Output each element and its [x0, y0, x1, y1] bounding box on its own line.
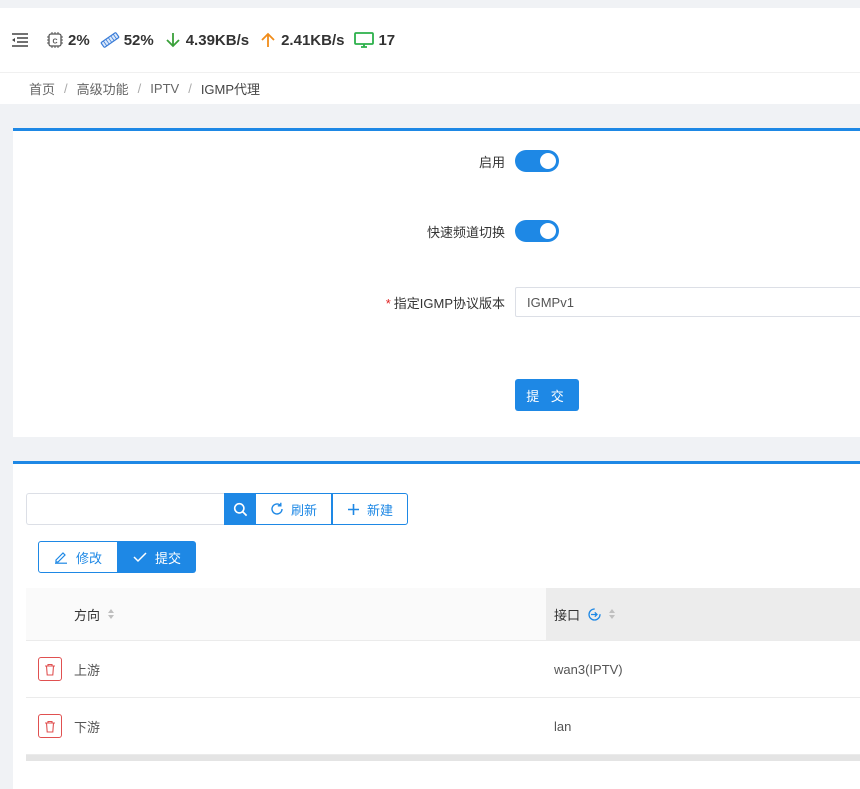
required-mark: *	[385, 295, 391, 311]
plus-icon	[348, 503, 360, 515]
fast-switch-label: 快速频道切换	[426, 224, 505, 240]
svg-text:C: C	[52, 39, 57, 46]
search-icon	[233, 502, 247, 516]
menu-collapse-icon[interactable]	[10, 30, 30, 50]
cpu-icon: C	[47, 32, 63, 48]
arrow-up-icon	[261, 32, 275, 47]
row-direction: 上游	[74, 662, 101, 678]
check-icon	[133, 552, 147, 563]
breadcrumb-home[interactable]: 首页	[29, 79, 55, 98]
interface-table: 方向 接口 上游 wan3(IPTV) 下游 lan	[26, 588, 860, 761]
table-header: 方向 接口	[26, 588, 860, 641]
arrow-down-icon	[166, 33, 180, 48]
row-direction: 下游	[74, 719, 101, 735]
igmp-settings-card: 启用 快速频道切换 * 指定IGMP协议版本 IGMPv1 提 交	[13, 128, 860, 437]
submit-button[interactable]: 提 交	[515, 379, 579, 411]
delete-row-button[interactable]	[38, 657, 62, 681]
enable-row: 启用	[355, 150, 559, 172]
trash-icon	[45, 663, 55, 676]
pencil-icon	[55, 552, 67, 564]
memory-value: 52%	[123, 31, 154, 49]
sort-icon[interactable]	[107, 608, 115, 620]
download-value: 4.39KB/s	[185, 31, 250, 49]
trash-icon	[45, 720, 55, 733]
table-row: 下游 lan	[26, 698, 860, 755]
version-label: * 指定IGMP协议版本	[355, 293, 505, 312]
cpu-value: 2%	[68, 31, 90, 49]
monitor-icon	[354, 32, 375, 48]
interface-reset-icon[interactable]	[587, 607, 602, 622]
fast-switch-row: 快速频道切换	[355, 220, 559, 242]
new-button[interactable]: 新建	[332, 493, 409, 525]
breadcrumb-separator: /	[188, 81, 192, 96]
breadcrumb-separator: /	[137, 81, 142, 96]
sort-icon[interactable]	[608, 608, 616, 620]
new-label: 新建	[367, 502, 394, 518]
breadcrumb-advanced[interactable]: 高级功能	[77, 79, 129, 98]
refresh-label: 刷新	[291, 502, 318, 518]
enable-label: 启用	[478, 154, 505, 170]
breadcrumb-separator: /	[64, 81, 68, 96]
top-status-bar: C 2% 52% 4.39KB/s 2.41KB/s 17	[0, 0, 860, 72]
column-direction[interactable]: 方向	[26, 588, 546, 640]
version-row: * 指定IGMP协议版本 IGMPv1	[355, 287, 860, 317]
terminal-stat: 17	[354, 31, 395, 49]
breadcrumb-iptv[interactable]: IPTV	[150, 81, 179, 96]
commit-button[interactable]: 提交	[118, 541, 197, 573]
version-label-text: 指定IGMP协议版本	[393, 295, 505, 311]
memory-stat: 52%	[100, 31, 154, 49]
commit-label: 提交	[155, 550, 182, 566]
enable-toggle[interactable]	[515, 150, 559, 172]
row-interface: lan	[554, 718, 572, 734]
fast-switch-toggle[interactable]	[515, 220, 559, 242]
search-button[interactable]	[224, 493, 256, 525]
search-input[interactable]	[26, 493, 224, 525]
upload-stat: 2.41KB/s	[259, 31, 344, 49]
breadcrumb: 首页 / 高级功能 / IPTV / IGMP代理	[0, 72, 860, 104]
column-interface-label: 接口	[554, 607, 581, 623]
search-toolbar: 刷新 新建	[26, 493, 409, 525]
column-direction-label: 方向	[74, 607, 101, 623]
horizontal-scrollbar[interactable]	[26, 755, 860, 761]
igmp-interface-card: 刷新 新建 修改 提交 方向 接口 上游 wan3(IPTV) 下游 lan	[13, 461, 860, 789]
table-row: 上游 wan3(IPTV)	[26, 641, 860, 698]
column-interface[interactable]: 接口	[546, 588, 860, 640]
terminal-count: 17	[378, 31, 396, 49]
refresh-icon	[271, 502, 283, 515]
refresh-button[interactable]: 刷新	[256, 493, 333, 525]
edit-toolbar: 修改 提交	[38, 541, 197, 573]
upload-value: 2.41KB/s	[281, 31, 345, 49]
memory-icon	[100, 32, 119, 48]
cpu-stat: C 2%	[46, 31, 90, 49]
edit-button[interactable]: 修改	[38, 541, 119, 573]
row-interface: wan3(IPTV)	[554, 661, 623, 677]
edit-label: 修改	[76, 550, 103, 566]
download-stat: 4.39KB/s	[164, 31, 249, 49]
delete-row-button[interactable]	[38, 714, 62, 738]
version-select[interactable]: IGMPv1	[515, 287, 860, 317]
breadcrumb-current: IGMP代理	[200, 82, 261, 97]
